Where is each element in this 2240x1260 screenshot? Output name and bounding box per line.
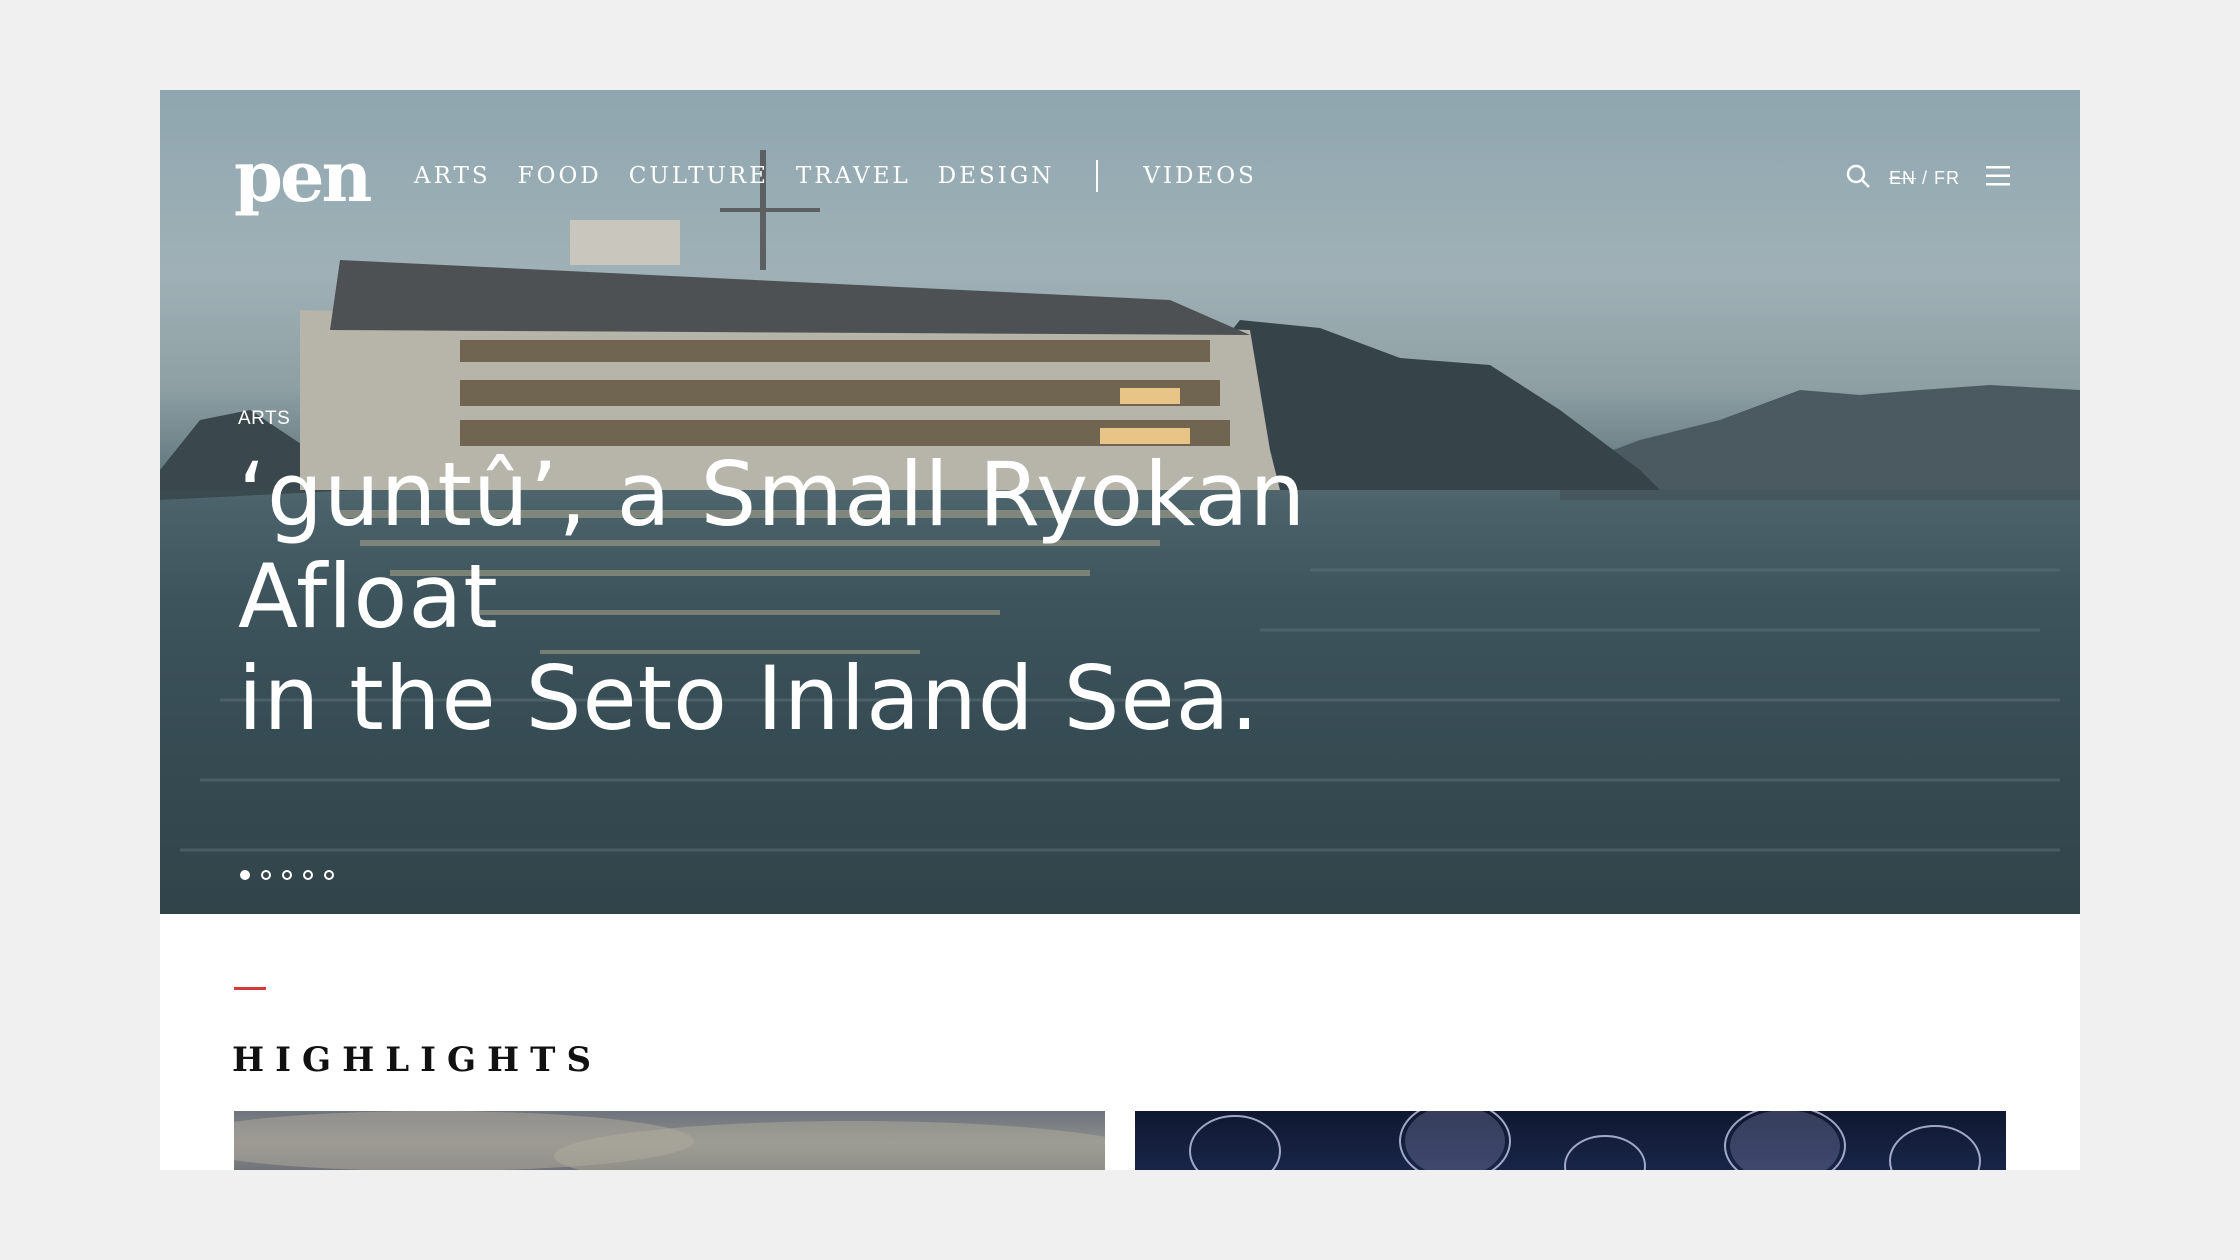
search-icon[interactable] bbox=[1845, 163, 1871, 194]
main-menu: ARTS FOOD CULTURE TRAVEL DESIGN VIDEOS bbox=[414, 160, 1284, 192]
cloud-sky-image bbox=[234, 1111, 1105, 1170]
carousel-dot[interactable] bbox=[303, 870, 313, 880]
hamburger-menu-icon[interactable] bbox=[1986, 165, 2010, 192]
carousel-dot[interactable] bbox=[282, 870, 292, 880]
menu-divider bbox=[1096, 160, 1099, 192]
carousel-dot[interactable] bbox=[261, 870, 271, 880]
carousel-dots bbox=[240, 870, 334, 880]
pen-logo[interactable]: pen bbox=[234, 142, 372, 212]
headline-line-2: in the Seto Inland Sea. bbox=[238, 647, 1260, 750]
nav-link-videos[interactable]: VIDEOS bbox=[1143, 160, 1257, 192]
carousel-dot[interactable] bbox=[240, 870, 250, 880]
hero-carousel[interactable]: pen ARTS FOOD CULTURE TRAVEL DESIGN VIDE… bbox=[160, 90, 2080, 914]
nav-link-arts[interactable]: ARTS bbox=[414, 160, 491, 192]
nav-link-design[interactable]: DESIGN bbox=[938, 160, 1055, 192]
highlight-card-image[interactable] bbox=[1135, 1111, 2006, 1170]
highlights-accent-line bbox=[234, 987, 266, 990]
lang-separator: / bbox=[1921, 167, 1928, 188]
headline-line-1: ‘guntû’, a Small Ryokan Afloat bbox=[238, 443, 1307, 648]
nav-link-food[interactable]: FOOD bbox=[518, 160, 602, 192]
jellyfish-image bbox=[1189, 1111, 1981, 1170]
nav-tools: EN / FR bbox=[1845, 160, 2010, 196]
lang-en[interactable]: EN bbox=[1889, 168, 1916, 188]
hero-headline[interactable]: ‘guntû’, a Small Ryokan Afloat in the Se… bbox=[238, 444, 1538, 750]
nav-link-travel[interactable]: TRAVEL bbox=[796, 160, 911, 192]
highlights-heading: HIGHLIGHTS bbox=[232, 1040, 603, 1081]
hero-category[interactable]: ARTS bbox=[238, 408, 1538, 430]
highlight-card-image[interactable] bbox=[234, 1111, 1105, 1170]
nav-link-culture[interactable]: CULTURE bbox=[629, 160, 769, 192]
hero-caption: ARTS ‘guntû’, a Small Ryokan Afloat in t… bbox=[238, 408, 1538, 750]
lang-fr[interactable]: FR bbox=[1934, 168, 1960, 188]
top-nav: pen ARTS FOOD CULTURE TRAVEL DESIGN VIDE… bbox=[234, 142, 2010, 212]
carousel-dot[interactable] bbox=[324, 870, 334, 880]
page: pen ARTS FOOD CULTURE TRAVEL DESIGN VIDE… bbox=[160, 90, 2080, 1170]
language-switcher: EN / FR bbox=[1889, 168, 1960, 189]
